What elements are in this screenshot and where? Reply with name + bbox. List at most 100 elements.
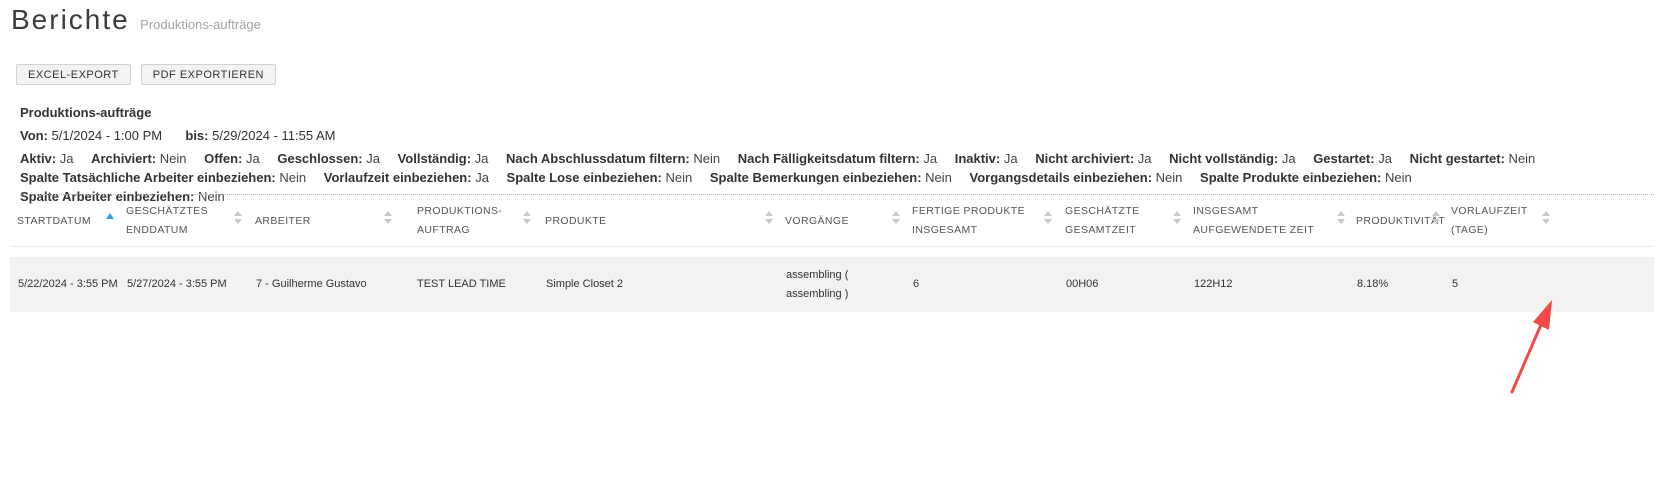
- sort-icon[interactable]: [892, 211, 900, 227]
- table-cell: 122H12: [1194, 278, 1233, 290]
- excel-export-button[interactable]: EXCEL-EXPORT: [16, 64, 131, 85]
- filter-value: Nein: [156, 151, 187, 166]
- filter-value: Nein: [1381, 170, 1412, 185]
- column-header[interactable]: FERTIGE PRODUKTE INSGESAMT: [912, 195, 1040, 247]
- table-body: 5/22/2024 - 3:55 PM 5/27/2024 - 3:55 PM 7 …: [10, 257, 1654, 312]
- filter-key: Aktiv:: [20, 151, 57, 166]
- column-header-label: PRODUKTIONS-AUFTRAG: [417, 205, 503, 236]
- filter-item: Vorgangsdetails einbeziehen: Nein: [970, 170, 1183, 185]
- table-cell: 5/22/2024 - 3:55 PM: [18, 278, 118, 290]
- filter-item: Inaktiv: Ja: [955, 151, 1018, 166]
- sort-icon[interactable]: [765, 211, 773, 227]
- column-header-label: ARBEITER: [255, 214, 311, 227]
- filter-item: Archiviert: Nein: [91, 151, 186, 166]
- column-header-label: FERTIGE PRODUKTE INSGESAMT: [912, 205, 1025, 236]
- table-cell: 5: [1452, 278, 1459, 290]
- filter-item: Nicht gestartet: Nein: [1410, 151, 1536, 166]
- sort-icon[interactable]: [1173, 211, 1181, 227]
- report-page: Berichte Produktions-aufträge EXCEL-EXPO…: [0, 0, 1662, 477]
- filter-value: Nein: [1152, 170, 1183, 185]
- date-range: Von: 5/1/2024 - 1:00 PM bis: 5/29/2024 -…: [20, 127, 1642, 145]
- filter-key: Nicht vollständig:: [1169, 151, 1279, 166]
- filter-value: Ja: [242, 151, 260, 166]
- filter-item: Nicht archiviert: Ja: [1035, 151, 1151, 166]
- column-header[interactable]: VORGÄNGE: [785, 195, 893, 247]
- sort-icon[interactable]: [1542, 211, 1550, 227]
- filter-value: Ja: [1134, 151, 1152, 166]
- filter-value: Ja: [1374, 151, 1392, 166]
- table-cell: 8.18%: [1357, 278, 1389, 290]
- column-header[interactable]: INSGESAMT AUFGEWENDETE ZEIT: [1193, 195, 1343, 247]
- filter-key: Nach Fälligkeitsdatum filtern:: [737, 151, 920, 166]
- column-header[interactable]: VORLAUFZEIT (TAGE): [1451, 195, 1543, 247]
- filter-key: Spalte Tatsächliche Arbeiter einbeziehen…: [20, 170, 276, 185]
- column-header[interactable]: PRODUKTE: [545, 195, 765, 247]
- to-label: bis:: [185, 128, 209, 143]
- filter-key: Inaktiv:: [954, 151, 1001, 166]
- filter-key: Spalte Produkte einbeziehen:: [1200, 170, 1382, 185]
- from-value: 5/1/2024 - 1:00 PM: [51, 128, 163, 143]
- filter-key: Spalte Bemerkungen einbeziehen:: [709, 170, 922, 185]
- filter-item: Vollständig: Ja: [398, 151, 489, 166]
- column-header-label: INSGESAMT AUFGEWENDETE ZEIT: [1193, 205, 1315, 236]
- sort-icon[interactable]: [523, 211, 531, 227]
- filter-value: Ja: [471, 170, 489, 185]
- filter-item: Spalte Tatsächliche Arbeiter einbeziehen…: [20, 170, 306, 185]
- filter-key: Vorgangsdetails einbeziehen:: [969, 170, 1153, 185]
- table-cell: 6: [913, 278, 920, 290]
- filter-key: Geschlossen:: [277, 151, 363, 166]
- table-cell: assembling ( assembling ): [786, 268, 849, 300]
- column-header-label: VORGÄNGE: [785, 214, 849, 227]
- export-toolbar: EXCEL-EXPORT PDF EXPORTIEREN: [16, 64, 276, 85]
- sort-ascending-icon[interactable]: [106, 213, 114, 219]
- sort-icon[interactable]: [384, 211, 392, 227]
- page-header: Berichte Produktions-aufträge: [11, 4, 261, 36]
- filter-value: Ja: [919, 151, 938, 166]
- table-cell: TEST LEAD TIME: [417, 278, 506, 290]
- filter-item: Vorlaufzeit einbeziehen: Ja: [324, 170, 489, 185]
- filter-item: Nach Fälligkeitsdatum filtern: Ja: [738, 151, 937, 166]
- filter-item: Nach Abschlussdatum filtern: Nein: [506, 151, 720, 166]
- pdf-export-button[interactable]: PDF EXPORTIEREN: [140, 64, 276, 85]
- report-name: Produktions-aufträge: [20, 105, 152, 120]
- filter-item: Aktiv: Ja: [20, 151, 73, 166]
- filter-item: Gestartet: Ja: [1313, 151, 1392, 166]
- filter-key: Nach Abschlussdatum filtern:: [506, 151, 690, 166]
- column-header[interactable]: GESCHÄTZTE GESAMTZEIT: [1065, 195, 1175, 247]
- page-subtitle: Produktions-aufträge: [140, 17, 261, 32]
- column-header-label: VORLAUFZEIT (TAGE): [1451, 205, 1528, 236]
- filter-value: Nein: [1504, 151, 1536, 166]
- filter-value: Ja: [471, 151, 489, 166]
- column-header[interactable]: GESCHÄTZTES ENDDATUM: [126, 195, 234, 247]
- filter-item: Spalte Produkte einbeziehen: Nein: [1200, 170, 1412, 185]
- filter-key: Vollständig:: [397, 151, 472, 166]
- column-header[interactable]: ARBEITER: [255, 195, 395, 247]
- sort-icon[interactable]: [1044, 211, 1052, 227]
- column-header[interactable]: PRODUKTIONS-AUFTRAG: [417, 195, 527, 247]
- table-cell: 7 - Guilherme Gustavo: [256, 278, 367, 290]
- filter-key: Gestartet:: [1313, 151, 1375, 166]
- column-header[interactable]: PRODUKTIVITÄT: [1356, 195, 1445, 247]
- column-header[interactable]: STARTDATUM: [17, 195, 107, 247]
- filter-key: Spalte Lose einbeziehen:: [506, 170, 662, 185]
- filter-item: Spalte Bemerkungen einbeziehen: Nein: [710, 170, 952, 185]
- filter-key: Nicht gestartet:: [1409, 151, 1505, 166]
- table-row[interactable]: 5/22/2024 - 3:55 PM 5/27/2024 - 3:55 PM 7 …: [10, 257, 1654, 312]
- filter-value: Nein: [661, 170, 693, 185]
- from-label: Von:: [20, 128, 48, 143]
- filter-value: Ja: [1000, 151, 1018, 166]
- column-header-label: STARTDATUM: [17, 214, 91, 227]
- filter-item: Spalte Lose einbeziehen: Nein: [507, 170, 693, 185]
- filter-key: Vorlaufzeit einbeziehen:: [323, 170, 472, 185]
- sort-icon[interactable]: [234, 211, 242, 227]
- column-header-label: PRODUKTE: [545, 214, 607, 227]
- to-value: 5/29/2024 - 11:55 AM: [212, 128, 336, 143]
- filter-value: Nein: [921, 170, 952, 185]
- sort-icon[interactable]: [1337, 211, 1345, 227]
- table-cell: 00H06: [1066, 278, 1099, 290]
- sort-icon[interactable]: [1432, 211, 1440, 227]
- table-cell: Simple Closet 2: [546, 278, 624, 290]
- report-table: STARTDATUM GESCHÄTZTES ENDDATUM ARBEITER PR…: [10, 195, 1654, 312]
- filter-key: Offen:: [204, 151, 243, 166]
- filter-item: Offen: Ja: [204, 151, 260, 166]
